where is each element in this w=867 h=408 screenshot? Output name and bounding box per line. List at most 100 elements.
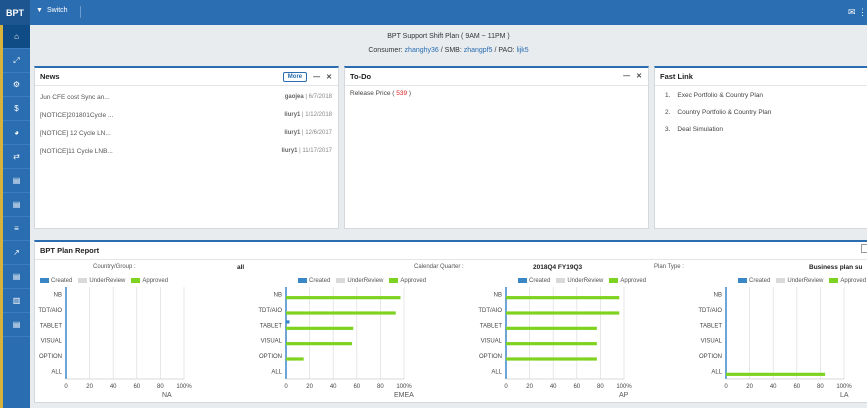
report-toggle[interactable] — [861, 244, 867, 253]
legend-swatch — [336, 278, 346, 283]
sidebar-item-1[interactable]: ⤢ — [3, 49, 30, 73]
close-icon[interactable]: ✕ — [636, 72, 642, 80]
legend-swatch — [518, 278, 527, 283]
bar-approved[interactable] — [506, 311, 620, 315]
legend-item[interactable]: UnderReview — [556, 278, 603, 284]
bar-approved[interactable] — [506, 357, 597, 361]
pao-link[interactable]: lijk5 — [517, 47, 529, 54]
legend-label: UnderReview — [567, 278, 604, 285]
plan-report-title: BPT Plan Report — [40, 246, 100, 255]
divider — [80, 6, 81, 18]
legend-item[interactable]: Created — [518, 278, 550, 284]
legend-item[interactable]: Created — [738, 278, 770, 284]
chat-icon[interactable]: ✉ — [848, 7, 856, 18]
line-chart-icon: ↗ — [13, 248, 20, 257]
legend-item[interactable]: Approved — [389, 278, 426, 284]
legend-swatch — [131, 278, 141, 283]
legend-item[interactable]: Created — [298, 278, 330, 284]
news-item[interactable]: [NOTICE]201801Cycle ... liury1 | 1/12/201… — [35, 106, 338, 124]
fast-link-number: 3. — [665, 126, 671, 133]
news-item[interactable]: [NOTICE] 12 Cycle LN... liury1 | 12/6/201… — [35, 124, 338, 142]
sidebar-item-10[interactable]: ▤ — [3, 265, 30, 289]
news-item-meta: liury1 | 12/6/2017 — [284, 130, 332, 136]
fast-link-item[interactable]: 2. Country Portfolio & Country Plan — [655, 105, 867, 122]
more-button[interactable]: More — [282, 72, 308, 82]
sidebar-item-8[interactable]: ≡ — [3, 217, 30, 241]
sidebar-item-5[interactable]: ⇄ — [3, 145, 30, 169]
bar-approved[interactable] — [506, 342, 597, 346]
news-item[interactable]: [NOTICE]11 Cycle LNB... liury1 | 11/17/20… — [35, 142, 338, 160]
pie-chart-icon: ◕ — [14, 128, 19, 137]
shift-plan-contacts: Consumer: zhanghy36 / SMB: zhangpf5 / PA… — [30, 44, 867, 58]
bar-approved[interactable] — [286, 296, 401, 300]
news-item[interactable]: Jun CFE cost Sync an... gaojea | 6/7/2018 — [35, 88, 338, 106]
todo-item[interactable]: Release Price ( 539 ) — [345, 86, 648, 101]
bar-created[interactable] — [286, 320, 290, 324]
legend-label: UnderReview — [89, 278, 126, 285]
filter-quarter-value[interactable]: 2018Q4 FY19Q3 — [533, 264, 582, 271]
close-icon[interactable]: ✕ — [326, 73, 332, 81]
plan-chart-emea: 0 20 40 60 80 100% NB TDT/AIO TABLET VISUAL OPTION… — [258, 287, 412, 390]
minimize-icon[interactable]: — — [623, 73, 630, 80]
sidebar-item-12[interactable]: ▤ — [3, 313, 30, 337]
x-tick-label: 60 — [133, 384, 140, 390]
minimize-icon[interactable]: — — [313, 74, 320, 81]
sidebar-item-2[interactable]: ⚙ — [3, 73, 30, 97]
sidebar-item-4[interactable]: ◕ — [3, 121, 30, 145]
fast-link-item[interactable]: 1. Exec Portfolio & Country Plan — [655, 88, 867, 105]
bar-approved[interactable] — [286, 311, 396, 315]
legend-item[interactable]: UnderReview — [336, 278, 383, 284]
legend-item[interactable]: UnderReview — [78, 278, 125, 284]
legend-item[interactable]: Created — [40, 278, 72, 284]
category-label: TDT/AIO — [478, 308, 502, 314]
sidebar-item-9[interactable]: ↗ — [3, 241, 30, 265]
legend-label: Approved — [142, 278, 169, 285]
x-tick-label: 80 — [377, 384, 384, 390]
fast-link-number: 2. — [665, 109, 671, 116]
bar-approved[interactable] — [506, 326, 597, 330]
legend-swatch — [556, 278, 566, 283]
chart-legend: Created UnderReview Approved — [738, 278, 866, 284]
fast-link-label: Exec Portfolio & Country Plan — [677, 92, 764, 99]
sidebar-item-6[interactable]: ▤ — [3, 169, 30, 193]
legend-item[interactable]: Approved — [131, 278, 168, 284]
bar-approved[interactable] — [726, 372, 826, 376]
legend-swatch — [78, 278, 88, 283]
sidebar: ⌂ ⤢ ⚙ $ ◕ ⇄ ▤ ▤ ≡ ↗ ▤ ▥ ▤ — [0, 25, 30, 408]
fast-link-item[interactable]: 3. Deal Simulation — [655, 122, 867, 139]
legend-item[interactable]: UnderReview — [776, 278, 823, 284]
news-item-meta: liury1 | 11/17/2017 — [281, 148, 332, 154]
bar-approved[interactable] — [286, 342, 353, 346]
home-icon: ⌂ — [14, 32, 19, 41]
sidebar-item-11[interactable]: ▥ — [3, 289, 30, 313]
x-tick-label: 100% — [396, 384, 412, 390]
smb-link[interactable]: zhangpf5 — [464, 47, 493, 54]
todo-panel: To-Do — ✕ Release Price ( 539 ) — [344, 66, 649, 229]
bar-approved[interactable] — [286, 326, 354, 330]
sidebar-item-0[interactable]: ⌂ — [3, 25, 30, 49]
legend-item[interactable]: Approved — [609, 278, 646, 284]
consumer-link[interactable]: zhanghy36 — [405, 47, 439, 54]
bar-approved[interactable] — [506, 296, 620, 300]
fast-link-label: Deal Simulation — [677, 126, 723, 133]
brand-logo[interactable]: BPT — [0, 0, 30, 25]
filter-plantype-label: Plan Type : — [654, 264, 684, 270]
x-tick-label: 20 — [526, 384, 533, 390]
sidebar-item-7[interactable]: ▤ — [3, 193, 30, 217]
news-list: Jun CFE cost Sync an... gaojea | 6/7/2018… — [35, 86, 338, 160]
switch-button[interactable]: ▼ Switch — [36, 7, 68, 14]
news-panel-header: News More — ✕ — [35, 68, 338, 86]
legend-item[interactable]: Approved — [829, 278, 866, 284]
category-label: TDT/AIO — [698, 308, 722, 314]
bar-approved[interactable] — [286, 357, 304, 361]
sidebar-item-3[interactable]: $ — [3, 97, 30, 121]
filter-icon: ▼ — [36, 7, 43, 14]
x-tick-label: 40 — [550, 384, 557, 390]
menu-icon[interactable]: ⋮ — [858, 7, 867, 18]
fastlink-list: 1. Exec Portfolio & Country Plan 2. Country… — [655, 86, 867, 139]
dollar-icon: $ — [14, 104, 19, 113]
filter-plantype-value[interactable]: Business plan su — [809, 264, 862, 271]
shift-plan-title: BPT Support Shift Plan ( 9AM ~ 11PM ) — [387, 33, 510, 40]
legend-swatch — [776, 278, 786, 283]
filter-country-value[interactable]: all — [237, 264, 244, 271]
